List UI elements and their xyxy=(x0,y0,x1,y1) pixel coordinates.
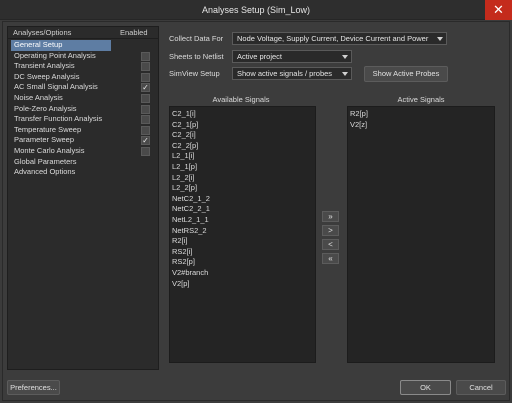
active-signals-title: Active Signals xyxy=(397,95,445,104)
option-item[interactable]: Global Parameters xyxy=(11,157,155,168)
available-signal-item[interactable]: C2_2[p] xyxy=(172,141,198,152)
enabled-checkbox[interactable] xyxy=(141,147,150,156)
option-label: Monte Carlo Analysis xyxy=(14,146,85,155)
chevron-down-icon xyxy=(342,72,348,76)
available-signal-item[interactable]: R2[i] xyxy=(172,236,187,247)
preferences-button[interactable]: Preferences... xyxy=(7,380,60,395)
enabled-checkbox[interactable] xyxy=(141,115,150,125)
option-item[interactable]: AC Small Signal Analysis ✓ xyxy=(11,82,155,93)
available-signal-item[interactable]: L2_1[i] xyxy=(172,151,195,162)
sheets-to-netlist-value: Active project xyxy=(237,52,283,61)
add-all-button[interactable]: » xyxy=(322,211,339,222)
option-item[interactable]: Monte Carlo Analysis xyxy=(11,146,155,157)
available-signals-title: Available Signals xyxy=(212,95,270,104)
sheets-to-netlist-label: Sheets to Netlist xyxy=(169,52,224,61)
option-item[interactable]: Parameter Sweep ✓ xyxy=(11,135,155,146)
active-signal-item[interactable]: R2[p] xyxy=(350,109,368,120)
show-active-probes-button[interactable]: Show Active Probes xyxy=(364,66,448,82)
simview-setup-label: SimView Setup xyxy=(169,69,220,78)
option-item[interactable]: Transfer Function Analysis xyxy=(11,114,155,125)
close-icon: ✕ xyxy=(493,2,504,17)
option-item[interactable]: Noise Analysis xyxy=(11,93,155,104)
simview-setup-value: Show active signals / probes xyxy=(237,69,333,78)
option-item[interactable]: General Setup xyxy=(11,40,111,51)
active-signals-list[interactable]: R2[p] V2[z] xyxy=(347,106,495,363)
enabled-checkbox[interactable]: ✓ xyxy=(141,83,150,93)
option-label: Temperature Sweep xyxy=(14,124,82,134)
available-signal-item[interactable]: L2_2[i] xyxy=(172,173,195,184)
available-signals-list[interactable]: C2_1[i] C2_1[p] C2_2[i] C2_2[p] L2_1[i] L2_1[… xyxy=(169,106,316,363)
remove-all-button[interactable]: « xyxy=(322,253,339,264)
available-signal-item[interactable]: RS2[p] xyxy=(172,257,195,268)
option-label: General Setup xyxy=(14,40,63,49)
available-signal-item[interactable]: C2_2[i] xyxy=(172,130,196,141)
checkmark-icon: ✓ xyxy=(142,136,149,146)
enabled-checkbox[interactable] xyxy=(141,104,150,114)
collect-data-dropdown[interactable]: Node Voltage, Supply Current, Device Cur… xyxy=(232,32,447,45)
available-signal-item[interactable]: RS2[i] xyxy=(172,247,192,258)
active-signal-item[interactable]: V2[z] xyxy=(350,120,367,131)
enabled-checkbox[interactable] xyxy=(141,72,150,82)
header-analyses-options: Analyses/Options xyxy=(13,28,72,37)
option-label: Transfer Function Analysis xyxy=(14,114,103,124)
available-signal-item[interactable]: L2_2[p] xyxy=(172,183,197,194)
available-signal-item[interactable]: C2_1[p] xyxy=(172,120,198,131)
enabled-checkbox[interactable] xyxy=(141,51,150,61)
collect-data-value: Node Voltage, Supply Current, Device Cur… xyxy=(237,34,429,43)
enabled-checkbox[interactable] xyxy=(141,94,150,103)
option-item[interactable]: Temperature Sweep xyxy=(11,125,155,136)
option-label: Advanced Options xyxy=(14,167,76,177)
available-signal-item[interactable]: V2#branch xyxy=(172,268,208,279)
option-label: Global Parameters xyxy=(14,156,77,166)
option-label: Transient Analysis xyxy=(14,61,75,71)
chevron-down-icon xyxy=(437,37,443,41)
option-label: Noise Analysis xyxy=(14,93,63,102)
options-header: Analyses/Options Enabled xyxy=(8,27,158,39)
option-label: Parameter Sweep xyxy=(14,135,75,145)
close-button[interactable]: ✕ xyxy=(485,0,512,20)
option-label: Pole-Zero Analysis xyxy=(14,103,77,113)
chevron-down-icon xyxy=(342,55,348,59)
ok-button[interactable]: OK xyxy=(400,380,451,395)
option-item[interactable]: Advanced Options xyxy=(11,167,155,178)
available-signal-item[interactable]: V2[p] xyxy=(172,279,190,290)
remove-button[interactable]: < xyxy=(322,239,339,250)
option-item[interactable]: DC Sweep Analysis xyxy=(11,72,155,83)
available-signal-item[interactable]: C2_1[i] xyxy=(172,109,196,120)
simview-setup-dropdown[interactable]: Show active signals / probes xyxy=(232,67,352,80)
option-item[interactable]: Operating Point Analysis xyxy=(11,51,155,62)
enabled-checkbox[interactable] xyxy=(141,62,150,72)
add-button[interactable]: > xyxy=(322,225,339,236)
available-signal-item[interactable]: NetRS2_2 xyxy=(172,226,207,237)
option-label: DC Sweep Analysis xyxy=(14,71,80,81)
analyses-options-panel: Analyses/Options Enabled General Setup Op… xyxy=(7,26,159,370)
option-label: Operating Point Analysis xyxy=(14,50,96,60)
cancel-button[interactable]: Cancel xyxy=(456,380,506,395)
available-signal-item[interactable]: L2_1[p] xyxy=(172,162,197,173)
collect-data-label: Collect Data For xyxy=(169,34,224,43)
option-item[interactable]: Transient Analysis xyxy=(11,61,155,72)
enabled-checkbox[interactable]: ✓ xyxy=(141,136,150,146)
option-item[interactable]: Pole-Zero Analysis xyxy=(11,104,155,115)
enabled-checkbox[interactable] xyxy=(141,125,150,135)
option-label: AC Small Signal Analysis xyxy=(14,82,98,92)
available-signal-item[interactable]: NetC2_1_2 xyxy=(172,194,210,205)
header-enabled: Enabled xyxy=(120,28,148,37)
available-signal-item[interactable]: NetC2_2_1 xyxy=(172,204,210,215)
sheets-to-netlist-dropdown[interactable]: Active project xyxy=(232,50,352,63)
available-signal-item[interactable]: NetL2_1_1 xyxy=(172,215,209,226)
checkmark-icon: ✓ xyxy=(142,83,149,93)
window-title: Analyses Setup (Sim_Low) xyxy=(201,5,311,15)
